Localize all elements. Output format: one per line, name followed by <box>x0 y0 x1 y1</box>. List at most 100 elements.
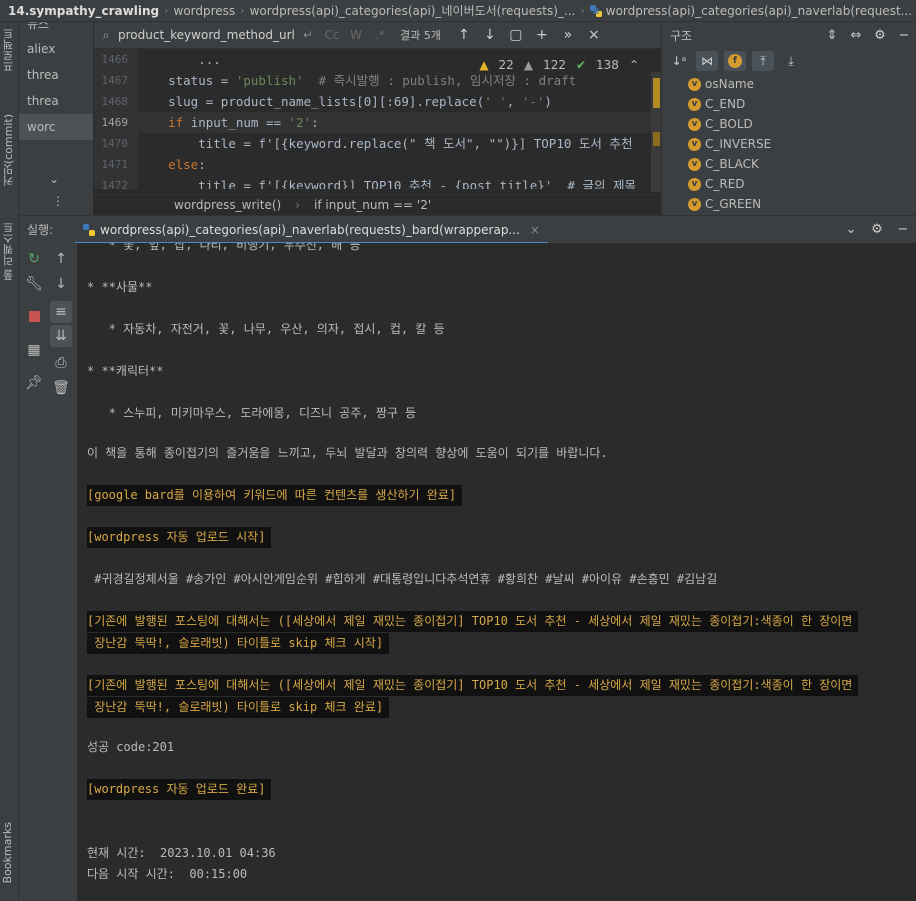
file-tab[interactable]: threa <box>19 62 93 88</box>
structure-title: 구조 <box>670 28 693 43</box>
wrench-icon[interactable]: 🔧︎ <box>23 273 45 295</box>
close-icon[interactable]: × <box>530 223 540 237</box>
commit-tool-label[interactable]: 커밋(commit) <box>1 114 17 186</box>
gear-icon[interactable]: ⚙ <box>868 28 892 43</box>
search-results-count: 결과 5개 <box>400 29 441 42</box>
console-line: 성공 code:201 <box>87 740 175 754</box>
code-token: 'publish' <box>235 73 304 88</box>
breadcrumb-file[interactable]: wordpress(api)_categories(api)_naverlab(… <box>606 4 912 18</box>
code-token: # 즉시발행 : publish, 임시저장 : draft <box>303 73 577 88</box>
code-line[interactable]: if input_num == '2': <box>138 112 661 133</box>
chevron-right-icon: › <box>240 4 245 17</box>
search-input[interactable]: product_keyword_method_url <box>118 28 296 42</box>
trash-icon[interactable]: 🗑︎ <box>50 377 72 399</box>
structure-item-label: C_BOLD <box>705 117 753 131</box>
whole-word-toggle[interactable]: W <box>344 28 368 42</box>
project-tool-label[interactable]: 프로젝트 <box>1 28 17 72</box>
console-line: [기존에 발행된 포스팅에 대해서는 ([세상에서 제일 재밌는 종이접기] T… <box>87 611 859 632</box>
collapse-all-icon[interactable]: ⇔ <box>844 28 868 43</box>
bookmarks-tool-label[interactable]: Bookmarks <box>1 822 14 883</box>
structure-item[interactable]: v osName <box>662 74 916 94</box>
variable-icon: v <box>688 197 701 211</box>
file-tab[interactable]: 뉴스 <box>19 22 93 36</box>
chevron-down-icon[interactable]: ⌄ <box>49 172 59 186</box>
code-line[interactable]: status = 'publish' # 즉시발행 : publish, 임시저… <box>138 70 661 91</box>
run-tab-label: wordpress(api)_categories(api)_naverlab(… <box>100 222 520 237</box>
sort-alpha-icon[interactable]: ↓ᵃ <box>668 51 690 71</box>
regex-toggle[interactable]: .* <box>368 28 392 42</box>
close-icon[interactable]: × <box>581 27 607 43</box>
code-breadcrumb: wordpress_write() › if input_num == '2' <box>94 194 661 215</box>
more-vertical-icon[interactable]: ⋮ <box>52 194 64 208</box>
file-tab[interactable]: threa <box>19 88 93 114</box>
print-icon[interactable]: ⎙ <box>50 352 72 374</box>
console-line: * 스누피, 미키마우스, 도라에몽, 디즈니 공주, 짱구 등 <box>87 406 417 420</box>
inspection-widget[interactable]: ▲ 22 ▲ 122 ✔ 138 ⌃ <box>479 58 639 72</box>
breadcrumb-folder[interactable]: wordpress <box>174 4 236 18</box>
file-tab-label: threa <box>27 68 59 82</box>
footer-context[interactable]: if input_num == '2' <box>314 198 431 212</box>
variable-icon: v <box>688 77 701 91</box>
console-line: * 자동차, 자전거, 꽃, 나무, 우산, 의자, 접시, 컵, 칼 등 <box>87 322 445 336</box>
code-token: '-' <box>521 94 545 109</box>
arrow-down-icon[interactable]: ↓ <box>477 27 503 43</box>
rerun-icon[interactable]: ↻ <box>23 248 45 270</box>
gear-icon[interactable]: ⚙ <box>864 222 890 237</box>
pull-request-tool-label[interactable]: 풀 리퀘스트 <box>1 222 17 281</box>
editor-scrollbar[interactable] <box>651 72 661 192</box>
anchor-icon[interactable]: ⤒ <box>752 51 774 71</box>
code-line[interactable]: title = f'[{keyword.replace(" 책 도서", "")… <box>138 133 661 154</box>
variable-icon: v <box>688 117 701 131</box>
code-editor[interactable]: ⌕ product_keyword_method_url ↵ Cc W .* 결… <box>94 22 661 215</box>
code-line[interactable]: title = f'[{keyword}] TOP10 추천 - {post_t… <box>138 175 661 189</box>
structure-item[interactable]: v C_END <box>662 94 916 114</box>
layout-icon[interactable]: ▦ <box>23 339 45 361</box>
more-icon[interactable]: » <box>555 27 581 43</box>
match-case-toggle[interactable]: Cc <box>320 28 344 42</box>
autoscroll-icon[interactable]: ⤓ <box>780 51 802 71</box>
chevron-down-icon[interactable]: ⌄ <box>838 222 864 237</box>
console-output[interactable]: * 꽃, 잎, 잡, 나리, 비행기, 우주선, 배 등 * **사물** * 자… <box>77 243 916 901</box>
add-selection-icon[interactable]: + <box>529 27 555 43</box>
minimize-icon[interactable]: − <box>892 28 916 43</box>
open-in-window-icon[interactable]: ▢ <box>503 27 529 43</box>
stop-icon[interactable] <box>23 305 45 327</box>
file-tab[interactable]: aliex <box>19 36 93 62</box>
chevron-up-icon[interactable]: ⌃ <box>629 58 639 72</box>
structure-item-label: C_INVERSE <box>705 137 772 151</box>
breadcrumb-subfolder[interactable]: wordpress(api)_categories(api)_네이버도서(req… <box>250 2 576 19</box>
scroll-to-end-icon[interactable]: ⇊ <box>50 325 72 347</box>
structure-item[interactable]: v C_INVERSE <box>662 134 916 154</box>
arrow-up-icon[interactable]: ↑ <box>50 248 72 270</box>
search-icon: ⌕ <box>102 27 110 42</box>
show-inherited-icon[interactable]: ⋈ <box>696 51 718 71</box>
console-line: [google bard를 이용하여 키워드에 따른 컨텐츠를 생산하기 완료] <box>87 485 463 506</box>
weak-warning-count: 122 <box>543 58 566 72</box>
code-token: ) <box>544 94 552 109</box>
footer-function[interactable]: wordpress_write() <box>174 198 281 212</box>
variable-icon: v <box>688 177 701 191</box>
arrow-up-icon[interactable]: ↑ <box>451 27 477 43</box>
breadcrumb-project[interactable]: 14.sympathy_crawling <box>8 4 159 18</box>
structure-item[interactable]: v C_RED <box>662 174 916 194</box>
structure-item[interactable]: v C_BLACK <box>662 154 916 174</box>
code-line[interactable]: slug = product_name_lists[0][:69].replac… <box>138 91 661 112</box>
code-token: '2' <box>288 115 312 130</box>
run-tab[interactable]: wordpress(api)_categories(api)_naverlab(… <box>75 216 548 244</box>
minimize-icon[interactable]: − <box>890 222 916 237</box>
expand-all-icon[interactable]: ⇕ <box>820 28 844 43</box>
soft-wrap-icon[interactable]: ≡ <box>50 301 72 323</box>
code-token: status = <box>168 73 236 88</box>
pin-icon[interactable]: 📌︎ <box>23 372 45 394</box>
structure-item[interactable]: v C_BOLD <box>662 114 916 134</box>
warning-icon: ▲ <box>479 58 489 72</box>
variable-icon: v <box>688 157 701 171</box>
structure-item-label: C_GREEN <box>705 197 762 211</box>
variable-icon: v <box>688 97 701 111</box>
show-fields-icon[interactable]: f <box>724 51 746 71</box>
structure-item[interactable]: v C_GREEN <box>662 194 916 214</box>
file-tab-active[interactable]: worc <box>19 114 93 140</box>
new-line-icon[interactable]: ↵ <box>296 28 320 42</box>
code-line[interactable]: else: <box>138 154 661 175</box>
arrow-down-icon[interactable]: ↓ <box>50 273 72 295</box>
